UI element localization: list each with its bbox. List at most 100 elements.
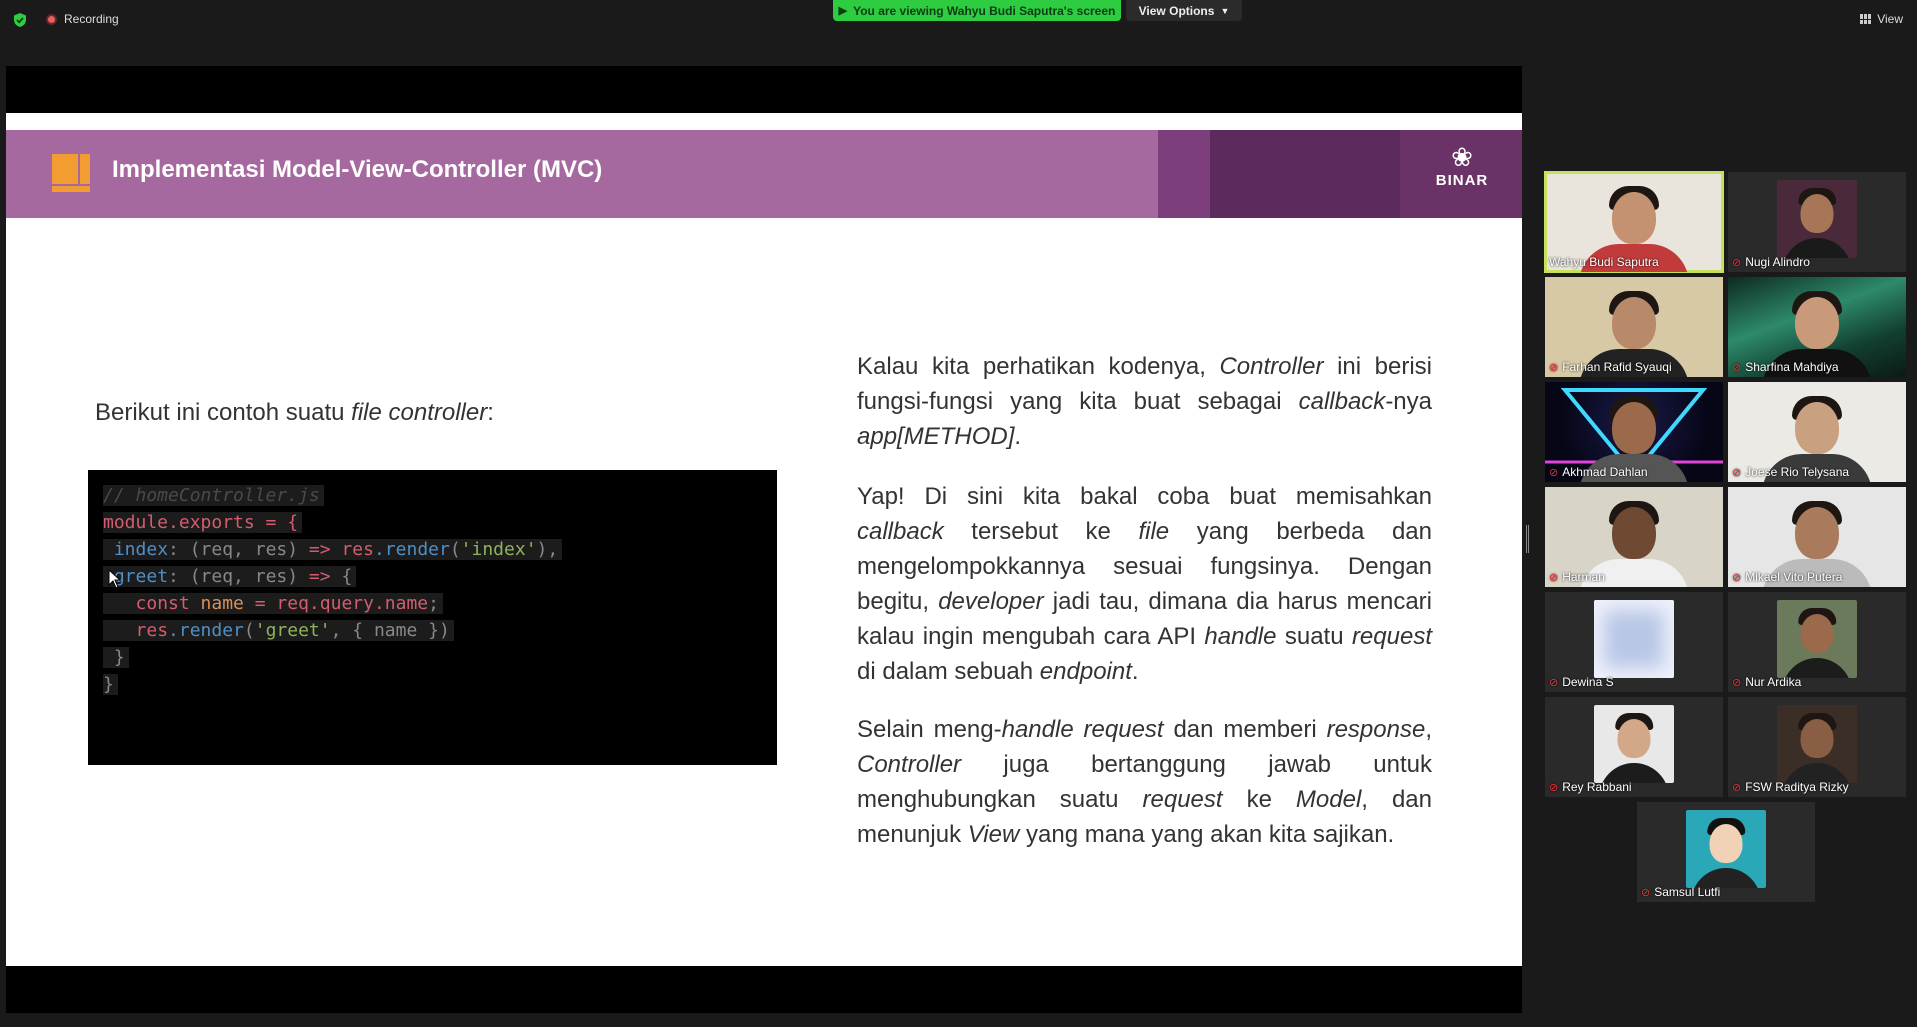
person-face — [1612, 507, 1656, 559]
participant-tile[interactable]: ⊘ Samsul Lutfi — [1637, 802, 1815, 902]
paragraph-text-run: View — [967, 821, 1020, 848]
shield-check-icon[interactable] — [12, 12, 28, 28]
code-line-8: } — [103, 672, 118, 698]
participant-tile[interactable]: Wahyu Budi Saputra — [1544, 171, 1724, 273]
paragraph-text-run: yang mana yang akan kita sajikan. — [1019, 821, 1395, 848]
participant-name-tag: ⊘ Dewina S — [1549, 675, 1614, 689]
paragraph-text-run: callback — [1298, 388, 1386, 415]
mic-muted-icon: ⊘ — [1732, 676, 1742, 689]
participant-tile[interactable]: ⊘ Rey Rabbani — [1545, 697, 1723, 797]
record-dot-icon — [46, 13, 57, 25]
panel-resize-handle[interactable] — [1526, 525, 1529, 553]
photo-avatar — [1777, 705, 1857, 783]
code-method: .render — [373, 539, 450, 560]
participant-name: Joese Rio Telysana — [1745, 465, 1850, 479]
paragraph-text-run: handle — [1204, 623, 1277, 650]
code-text: { — [330, 566, 353, 587]
slide-bullet-icon — [52, 154, 90, 192]
paragraph-1: Kalau kita perhatikan kodenya, Controlle… — [857, 349, 1432, 454]
participant-name: Nur Ardika — [1745, 675, 1802, 689]
person-face — [1617, 719, 1651, 758]
participant-tile[interactable]: ⊘ Harman — [1545, 487, 1723, 587]
paragraph-text-run: , — [1425, 716, 1432, 743]
paragraph-text-run: request — [1351, 623, 1432, 650]
mic-muted-icon: ⊘ — [1732, 571, 1742, 584]
view-button[interactable]: View — [1860, 12, 1903, 26]
participant-tile[interactable]: ⊘ FSW Raditya Rizky — [1728, 697, 1906, 797]
wheat-icon: ❀ — [1451, 142, 1473, 172]
code-text: = { — [254, 512, 299, 533]
banner-segment — [1158, 130, 1210, 218]
code-text: : (req, res) — [168, 566, 309, 587]
grid-view-icon — [1860, 14, 1872, 24]
person-face — [1800, 614, 1834, 653]
participant-tile[interactable]: ⊘ Sharfina Mahdiya — [1728, 277, 1906, 377]
intro-em: file controller — [351, 399, 488, 426]
mic-muted-icon: ⊘ — [1549, 781, 1559, 794]
code-comment: // homeController.js — [103, 485, 324, 506]
code-text: } — [103, 674, 118, 695]
participant-name: Wahyu Budi Saputra — [1549, 255, 1659, 269]
person-face — [1612, 297, 1656, 349]
participant-name: Sharfina Mahdiya — [1745, 360, 1839, 374]
code-string: 'index' — [460, 539, 537, 560]
participant-name-tag: ⊘ Nur Ardika — [1732, 675, 1801, 689]
participant-name-tag: ⊘ Samsul Lutfi — [1641, 885, 1720, 899]
paragraph-text-run: -nya — [1385, 388, 1432, 415]
paragraph-text-run: callback — [857, 518, 944, 545]
participant-name-tag: ⊘ Nugi Alindro — [1732, 255, 1810, 269]
paragraph-text-run: Kalau kita perhatikan kodenya, — [857, 353, 1220, 380]
presentation-slide: Implementasi Model-View-Controller (MVC)… — [6, 113, 1522, 966]
code-var: req.query.name — [276, 593, 429, 614]
code-var: name — [200, 593, 244, 614]
paragraph-3: Selain meng-handle request dan memberi r… — [857, 712, 1432, 852]
participant-tile[interactable]: ⊘ Farhan Rafid Syauqi — [1545, 277, 1723, 377]
speaker-icon: ▶ — [838, 5, 848, 17]
view-label: View — [1877, 12, 1903, 26]
blurred-avatar — [1594, 600, 1674, 678]
paragraph-text-run: request — [1142, 786, 1223, 813]
participant-tile[interactable]: ⊘ Akhmad Dahlan — [1545, 382, 1723, 482]
participant-name-tag: ⊘ Sharfina Mahdiya — [1732, 360, 1839, 374]
participant-tile[interactable]: ⊘ Joese Rio Telysana — [1728, 382, 1906, 482]
participant-tile[interactable]: ⊘ Nur Ardika — [1728, 592, 1906, 692]
participant-tile[interactable]: ⊘ Mikael Vito Putera — [1728, 487, 1906, 587]
slide-header-banner: Implementasi Model-View-Controller (MVC)… — [6, 130, 1522, 218]
recording-indicator[interactable]: Recording — [46, 12, 119, 26]
code-text: ; — [428, 593, 439, 614]
binar-logo-text: BINAR — [1435, 172, 1489, 189]
photo-avatar — [1777, 600, 1857, 678]
participant-name-tag: ⊘ Joese Rio Telysana — [1732, 465, 1849, 479]
participant-name-tag: Wahyu Budi Saputra — [1549, 255, 1659, 269]
mic-muted-icon: ⊘ — [1732, 361, 1742, 374]
paragraph-text-run: suatu — [1276, 623, 1352, 650]
participant-name-tag: ⊘ Rey Rabbani — [1549, 780, 1632, 794]
person-face — [1800, 194, 1834, 233]
person-face — [1795, 402, 1839, 454]
participant-tile[interactable]: ⊘ Nugi Alindro — [1728, 172, 1906, 272]
participant-name: Akhmad Dahlan — [1562, 465, 1648, 479]
banner-segment — [1210, 130, 1400, 218]
paragraph-text-run: di dalam sebuah — [857, 658, 1040, 685]
code-text: = — [243, 593, 277, 614]
participant-name-tag: ⊘ Harman — [1549, 570, 1605, 584]
participant-tile[interactable]: ⊘ Dewina S — [1545, 592, 1723, 692]
participant-name: Mikael Vito Putera — [1745, 570, 1843, 584]
paragraph-text-run: Model — [1295, 786, 1362, 813]
person-face — [1612, 192, 1656, 244]
code-method: .render — [168, 620, 244, 641]
intro-pre: Berikut ini contoh suatu — [95, 399, 352, 426]
code-text: , { name }) — [330, 620, 450, 641]
viewing-screen-banner: ▶ You are viewing Wahyu Budi Saputra's s… — [833, 0, 1121, 21]
view-options-button[interactable]: View Options ▼ — [1126, 0, 1242, 21]
participant-name-tag: ⊘ Mikael Vito Putera — [1732, 570, 1842, 584]
shared-screen[interactable]: Implementasi Model-View-Controller (MVC)… — [6, 66, 1522, 1013]
code-line-4: greet: (req, res) => { — [103, 564, 357, 590]
paragraph-text-run: file — [1138, 518, 1170, 545]
code-var: res — [341, 539, 374, 560]
mic-muted-icon: ⊘ — [1549, 676, 1559, 689]
mic-muted-icon: ⊘ — [1549, 571, 1559, 584]
view-options-label: View Options — [1138, 3, 1215, 18]
paragraph-text-run: . — [1014, 423, 1022, 450]
chevron-down-icon: ▼ — [1220, 5, 1230, 16]
